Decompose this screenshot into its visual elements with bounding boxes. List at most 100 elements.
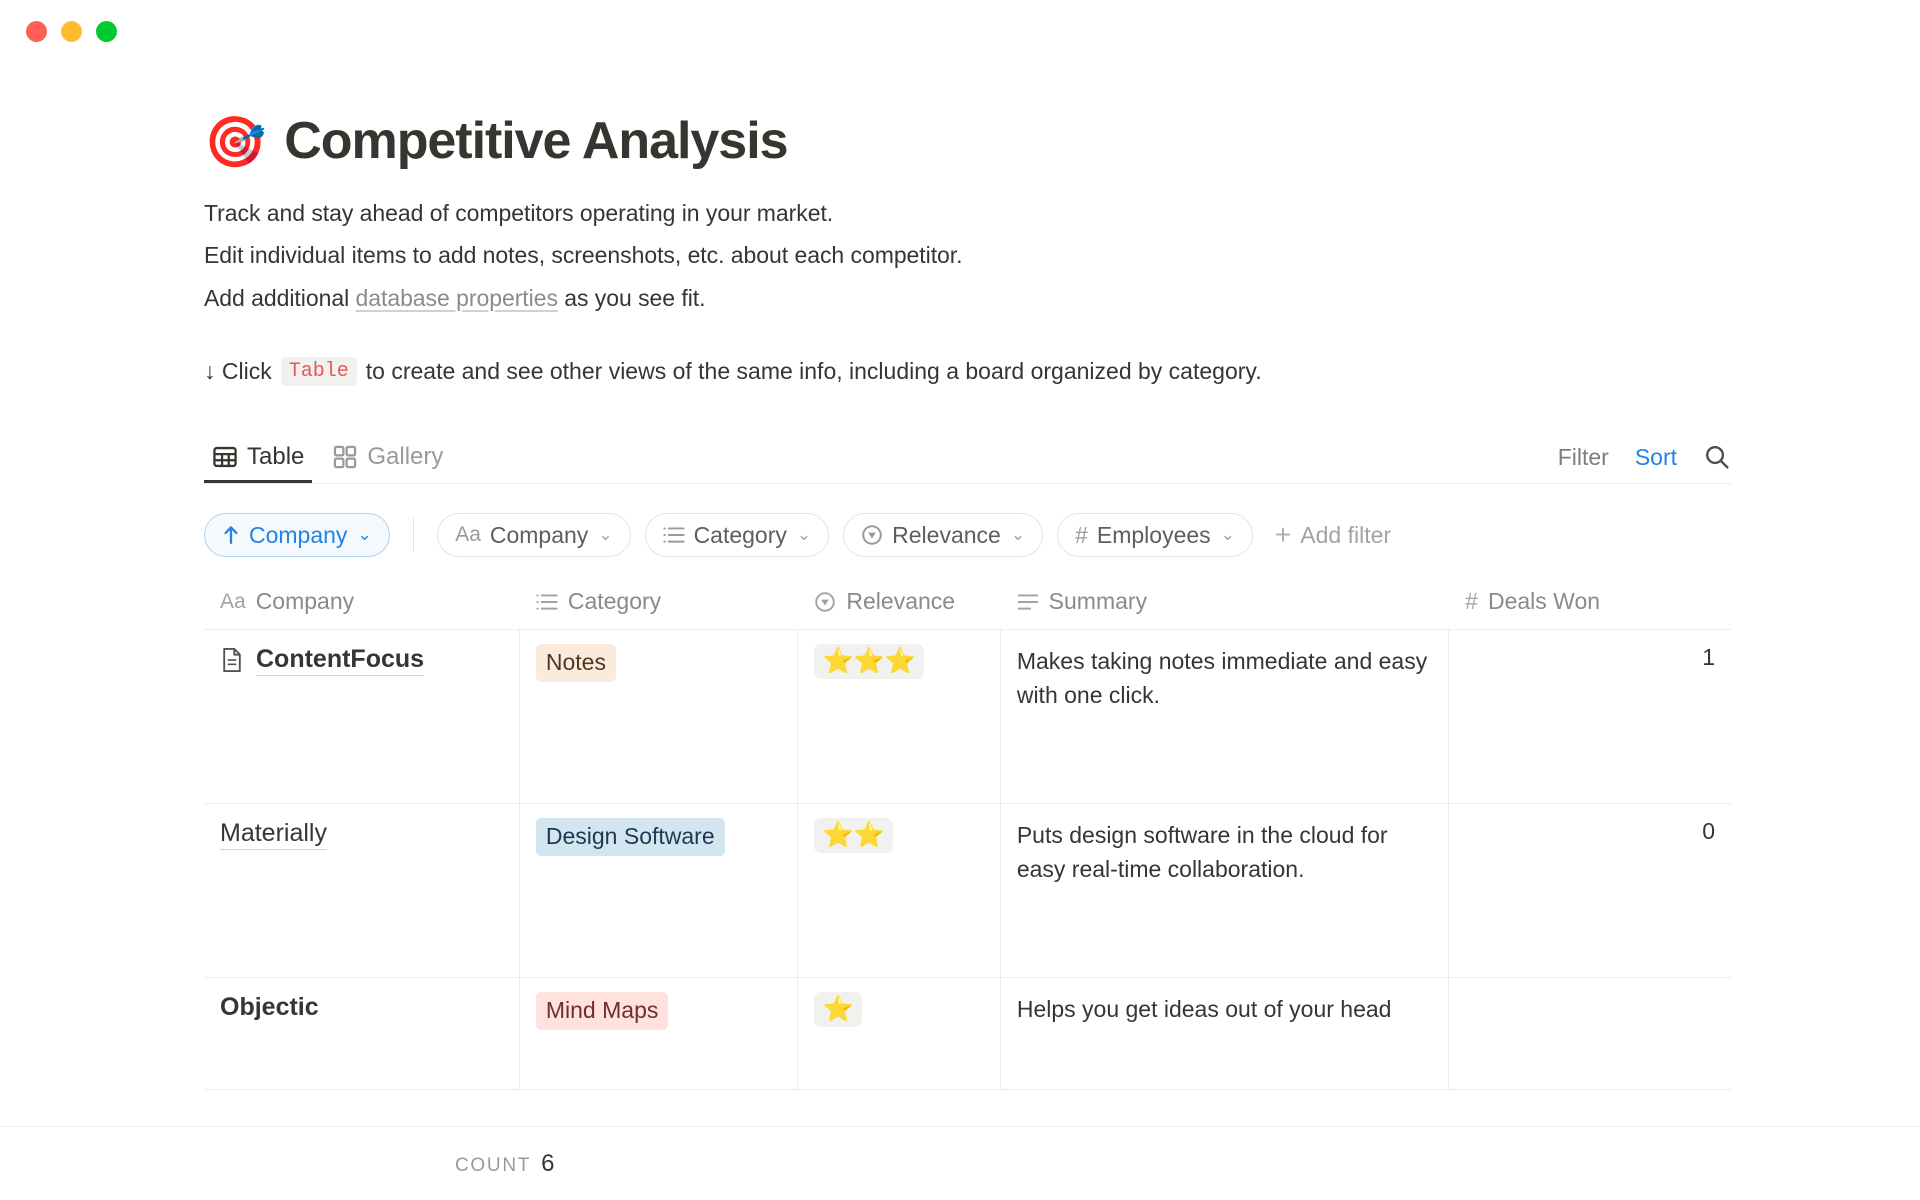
arrow-up-icon (222, 525, 240, 545)
page-icon (220, 647, 244, 678)
description-suffix: as you see fit. (557, 284, 706, 311)
relevance-rating: ⭐⭐⭐ (814, 644, 924, 680)
column-header-summary-label: Summary (1048, 588, 1148, 615)
sort-chip-label: Company (249, 521, 348, 548)
cell-company[interactable]: ContentFocus (204, 630, 520, 804)
cell-deals-won[interactable]: 0 (1449, 804, 1731, 977)
chevron-down-icon: ⌄ (1220, 525, 1235, 545)
cell-deals-won[interactable] (1449, 978, 1731, 1089)
count-label: Count (455, 1154, 532, 1176)
table-header: Aa Company Category Relevance Summary # … (204, 580, 1731, 631)
text-aa-icon: Aa (455, 523, 481, 547)
tab-gallery[interactable]: Gallery (324, 443, 451, 483)
add-filter-label: Add filter (1300, 521, 1392, 548)
chevron-down-icon: ⌄ (796, 525, 812, 545)
filter-chip-relevance-label: Relevance (892, 521, 1001, 548)
cell-relevance[interactable]: ⭐ (798, 978, 1001, 1090)
filter-button[interactable]: Filter (1558, 444, 1609, 471)
database-properties-link[interactable]: database properties (355, 285, 557, 311)
chevron-down-icon: ⌄ (357, 525, 372, 545)
callout-prefix: ↓ Click (204, 358, 272, 385)
add-filter-button[interactable]: + Add filter (1275, 521, 1391, 549)
multiselect-icon (536, 592, 558, 612)
chips-divider (412, 518, 415, 553)
company-name-link[interactable]: Objectic (220, 992, 319, 1023)
cell-category[interactable]: Mind Maps (520, 978, 799, 1090)
company-name-link[interactable]: ContentFocus (256, 644, 425, 677)
cell-category[interactable]: Notes (520, 630, 799, 804)
cell-company[interactable]: Materially (204, 804, 520, 978)
target-emoji-icon[interactable]: 🎯 (204, 117, 266, 167)
summary-text: Puts design software in the cloud for ea… (1016, 822, 1388, 883)
database-table: Aa Company Category Relevance Summary # … (204, 580, 1731, 1091)
gallery-icon (332, 444, 358, 470)
select-icon (861, 524, 883, 546)
page-title[interactable]: Competitive Analysis (284, 113, 788, 169)
cell-company[interactable]: Objectic (204, 978, 520, 1090)
cell-relevance[interactable]: ⭐⭐⭐ (798, 630, 1001, 804)
filter-chip-employees-label: Employees (1096, 521, 1211, 548)
view-tabs: Table Gallery (204, 426, 451, 483)
table-icon (212, 444, 238, 470)
category-tag: Mind Maps (535, 992, 669, 1030)
cell-summary[interactable]: Puts design software in the cloud for ea… (1001, 804, 1450, 978)
category-tag: Design Software (535, 818, 725, 856)
text-lines-icon (1017, 592, 1039, 612)
filter-chip-relevance[interactable]: Relevance ⌄ (843, 513, 1044, 558)
company-name-link[interactable]: Materially (220, 818, 327, 851)
filter-chip-company[interactable]: Aa Company ⌄ (437, 513, 631, 558)
column-header-summary[interactable]: Summary (1001, 580, 1449, 629)
cell-relevance[interactable]: ⭐⭐ (798, 804, 1001, 978)
description-line-3: Add additional database properties as yo… (204, 282, 1920, 315)
view-actions: Filter Sort (1558, 443, 1731, 483)
description-line-2: Edit individual items to add notes, scre… (204, 242, 963, 269)
search-icon[interactable] (1703, 443, 1731, 471)
column-header-category[interactable]: Category (520, 580, 799, 629)
minimize-button[interactable] (61, 20, 82, 42)
close-button[interactable] (26, 20, 47, 42)
cell-deals-won[interactable]: 1 (1449, 630, 1731, 803)
chevron-down-icon: ⌄ (598, 525, 613, 545)
relevance-rating: ⭐ (814, 992, 862, 1028)
table-row[interactable]: Materially Design Software ⭐⭐ Puts desig… (204, 804, 1731, 979)
table-footer: Count 6 (0, 1126, 1920, 1200)
multiselect-icon (662, 525, 685, 545)
table-row[interactable]: Objectic Mind Maps ⭐ Helps you get ideas… (204, 978, 1731, 1091)
relevance-rating: ⭐⭐ (814, 818, 893, 854)
select-icon (814, 591, 836, 613)
page-header: 🎯 Competitive Analysis (204, 113, 1920, 169)
sort-chip-company[interactable]: Company ⌄ (204, 513, 390, 558)
cell-summary[interactable]: Makes taking notes immediate and easy wi… (1001, 630, 1450, 804)
maximize-button[interactable] (96, 20, 117, 42)
callout-instruction: ↓ Click Table to create and see other vi… (204, 357, 1920, 387)
number-hash-icon: # (1465, 588, 1478, 615)
plus-icon: + (1274, 519, 1292, 551)
filter-chip-category-label: Category (693, 521, 787, 548)
table-row[interactable]: ContentFocus Notes ⭐⭐⭐ Makes taking note… (204, 630, 1731, 805)
summary-text: Helps you get ideas out of your head (1016, 996, 1392, 1023)
cell-category[interactable]: Design Software (520, 804, 799, 978)
deals-won-value: 0 (1702, 818, 1716, 845)
column-header-deals-won[interactable]: # Deals Won (1449, 580, 1731, 629)
tab-table[interactable]: Table (204, 443, 312, 483)
category-tag: Notes (535, 644, 616, 682)
column-header-company-label: Company (255, 588, 355, 615)
filter-chip-employees[interactable]: # Employees ⌄ (1057, 513, 1253, 558)
summary-text: Makes taking notes immediate and easy wi… (1016, 648, 1428, 709)
page-body: 🎯 Competitive Analysis Track and stay ah… (0, 62, 1920, 1200)
deals-won-value: 1 (1702, 644, 1716, 671)
sort-button[interactable]: Sort (1635, 444, 1677, 471)
tab-table-label: Table (247, 443, 305, 471)
filter-chip-category[interactable]: Category ⌄ (644, 513, 830, 558)
number-hash-icon: # (1075, 521, 1088, 548)
filter-chip-company-label: Company (489, 521, 589, 548)
chevron-down-icon: ⌄ (1010, 525, 1026, 545)
filter-chips-row: Company ⌄ Aa Company ⌄ Category ⌄ Releva… (204, 512, 1920, 558)
window-titlebar (0, 0, 1920, 62)
column-header-relevance[interactable]: Relevance (798, 580, 1000, 629)
column-header-company[interactable]: Aa Company (204, 580, 520, 629)
count-summary[interactable]: Count 6 (0, 1150, 554, 1178)
count-value: 6 (541, 1149, 555, 1177)
column-header-deals-won-label: Deals Won (1487, 588, 1601, 615)
cell-summary[interactable]: Helps you get ideas out of your head (1001, 978, 1450, 1090)
